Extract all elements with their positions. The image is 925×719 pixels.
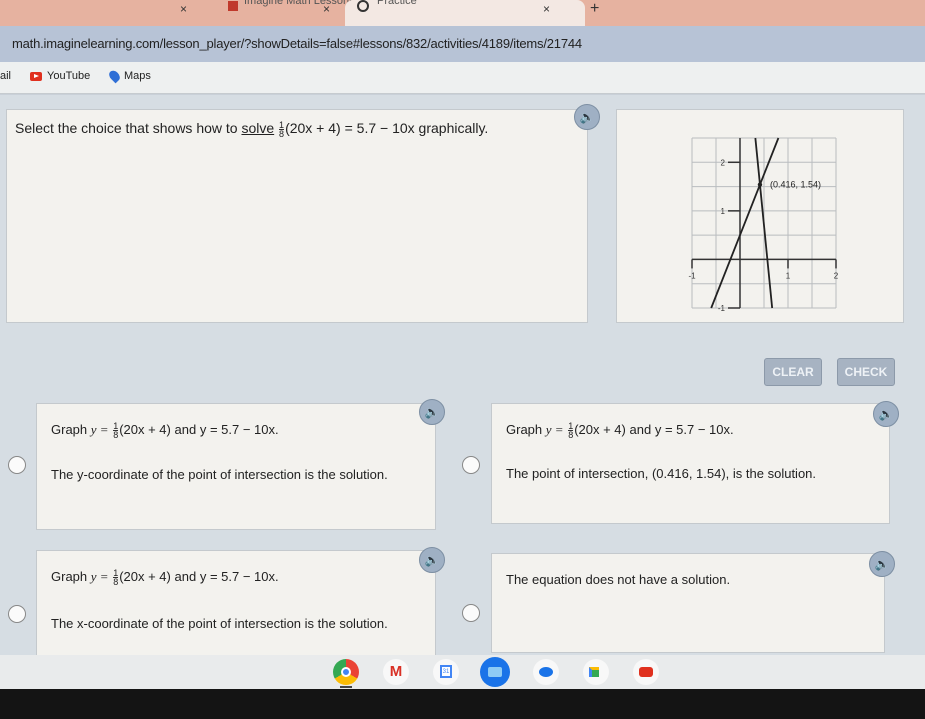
equation-part: y = — [90, 569, 109, 584]
question-text: Select the choice that shows how to solv… — [15, 120, 488, 138]
x-tick-label: 1 — [786, 271, 791, 280]
bookmark-gmail[interactable]: ail — [0, 70, 11, 82]
new-tab-button[interactable]: + — [590, 0, 599, 18]
equation-part: y = 5.7 − 10x. — [199, 569, 279, 584]
fraction-denominator: 8 — [113, 577, 119, 588]
choice-4-card[interactable]: The equation does not have a solution. — [491, 553, 885, 653]
folder-icon — [488, 667, 502, 677]
graph-card: -1 1 2 -1 1 2 (0.416, 1.54) — [616, 109, 904, 323]
bookmark-label: YouTube — [47, 70, 91, 82]
fraction: 18 — [279, 120, 285, 139]
choice-1-line-2: The y-coordinate of the point of interse… — [51, 467, 388, 482]
choice-4-radio[interactable] — [462, 604, 480, 622]
tab-close-icon[interactable]: × — [543, 2, 550, 16]
calendar-app-icon[interactable]: 31 — [433, 659, 459, 685]
tab-close-icon[interactable]: × — [180, 2, 187, 16]
calendar-day: 31 — [440, 665, 452, 678]
youtube-app-icon[interactable] — [633, 659, 659, 685]
question-equation: (20x + 4) = 5.7 − 10x — [285, 120, 415, 136]
choice-2-radio[interactable] — [462, 456, 480, 474]
bookmark-label: Maps — [124, 70, 151, 82]
text: and — [174, 422, 197, 437]
speaker-icon[interactable]: 🔈 — [869, 551, 895, 577]
question-suffix: graphically. — [418, 120, 489, 136]
check-button[interactable]: CHECK — [837, 358, 895, 386]
play-icon — [639, 667, 653, 677]
choice-4-line-1: The equation does not have a solution. — [506, 572, 731, 587]
tab-imagine-math-lessons[interactable]: Imagine Math Lessons — [244, 0, 355, 8]
choice-3-line-1: Graph y = 1 8 (20x + 4) and y = 5.7 − 10x. — [51, 569, 279, 588]
choice-1-card[interactable]: Graph y = 1 8 (20x + 4) and y = 5.7 − 10x.… — [36, 403, 436, 530]
y-tick-label: 1 — [721, 207, 726, 216]
text: and — [174, 569, 197, 584]
text: Graph — [51, 422, 88, 437]
clear-button[interactable]: CLEAR — [764, 358, 822, 386]
tab-strip: × Imagine Math Lessons × Practice × + — [0, 0, 925, 26]
url-text[interactable]: math.imaginelearning.com/lesson_player/?… — [12, 36, 582, 51]
x-tick-label: 2 — [834, 271, 839, 280]
bookmark-youtube[interactable]: YouTube — [30, 70, 90, 82]
globe-icon — [357, 0, 369, 12]
meet-app-icon[interactable] — [583, 659, 609, 685]
speaker-icon[interactable]: 🔈 — [419, 399, 445, 425]
equation-part: y = 5.7 − 10x. — [199, 422, 279, 437]
equation-part: (20x + 4) — [119, 569, 171, 584]
chat-bubble-icon — [539, 667, 553, 677]
choice-2-line-2: The point of intersection, (0.416, 1.54)… — [506, 466, 817, 481]
os-shelf: M 31 — [0, 655, 925, 689]
bookmarks-bar: ail YouTube Maps — [0, 62, 925, 94]
address-bar[interactable]: math.imaginelearning.com/lesson_player/?… — [0, 26, 925, 62]
fraction: 18 — [568, 422, 574, 441]
choice-1-line-1: Graph y = 1 8 (20x + 4) and y = 5.7 − 10x. — [51, 422, 279, 441]
lesson-page: Select the choice that shows how to solv… — [0, 95, 925, 660]
x-tick-label: -1 — [688, 271, 696, 280]
equation-part: y = — [90, 422, 109, 437]
choice-2-line-1: Graph y = 1 8 (20x + 4) and y = 5.7 − 10x. — [506, 422, 734, 441]
equation-part: y = 5.7 − 10x. — [654, 422, 734, 437]
y-tick-label: -1 — [718, 304, 726, 313]
bookmark-label: ail — [0, 70, 12, 82]
bookmark-maps[interactable]: Maps — [107, 68, 151, 84]
speaker-icon[interactable]: 🔈 — [574, 104, 600, 130]
intersection-point — [757, 182, 763, 187]
graph-plot: -1 1 2 -1 1 2 (0.416, 1.54) — [688, 137, 839, 313]
messages-app-icon[interactable] — [533, 659, 559, 685]
equation-part: (20x + 4) — [119, 422, 171, 437]
text: Graph — [506, 422, 543, 437]
fraction-denominator: 8 — [279, 128, 285, 139]
choice-3-radio[interactable] — [8, 605, 26, 623]
y-tick-label: 2 — [721, 158, 726, 167]
speaker-icon[interactable]: 🔈 — [873, 401, 899, 427]
chrome-app-icon[interactable] — [333, 659, 359, 685]
gmail-app-icon[interactable]: M — [383, 659, 409, 685]
text: and — [629, 422, 652, 437]
camera-icon — [589, 667, 599, 677]
fraction-denominator: 8 — [113, 430, 119, 441]
equation-part: y = — [545, 422, 564, 437]
question-prefix: Select the choice that shows how to — [15, 120, 238, 136]
screen-bezel — [0, 689, 925, 719]
fraction-denominator: 8 — [568, 430, 574, 441]
choice-3-card[interactable]: Graph y = 1 8 (20x + 4) and y = 5.7 − 10x.… — [36, 550, 436, 660]
imagine-math-favicon-icon — [228, 1, 238, 11]
maps-icon — [107, 68, 122, 84]
choice-3-line-2: The x-coordinate of the point of interse… — [51, 616, 388, 631]
tab-practice-label[interactable]: Practice — [377, 0, 417, 8]
choice-1-radio[interactable] — [8, 456, 26, 474]
speaker-icon[interactable]: 🔈 — [419, 547, 445, 573]
intersection-label: (0.416, 1.54) — [770, 180, 821, 190]
equation-part: (20x + 4) — [574, 422, 626, 437]
chrome-center — [341, 667, 351, 677]
question-card: Select the choice that shows how to solv… — [6, 109, 588, 323]
choice-2-card[interactable]: Graph y = 1 8 (20x + 4) and y = 5.7 − 10x.… — [491, 403, 890, 524]
files-app-icon[interactable] — [480, 657, 510, 687]
youtube-icon — [30, 71, 42, 81]
fraction: 18 — [113, 569, 119, 588]
fraction: 18 — [113, 422, 119, 441]
tab-close-icon[interactable]: × — [323, 2, 330, 16]
active-app-indicator — [340, 686, 352, 688]
text: Graph — [51, 569, 88, 584]
glossary-link-solve[interactable]: solve — [241, 120, 274, 136]
